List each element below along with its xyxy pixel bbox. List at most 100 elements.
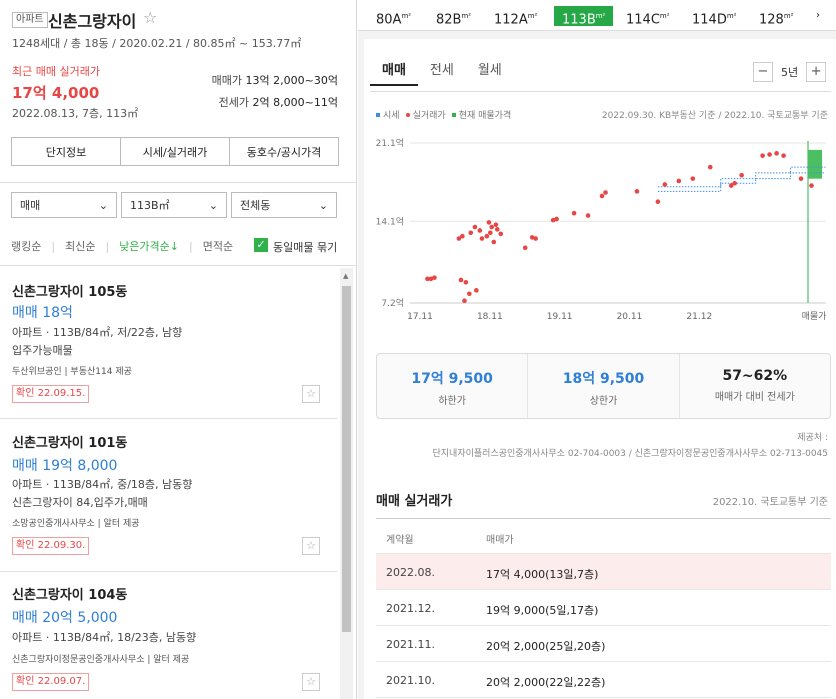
period-minus-button[interactable]: − — [753, 62, 773, 82]
actual-deal-point — [739, 172, 744, 178]
group-checkbox[interactable]: ✓ — [254, 238, 268, 252]
sort-area[interactable]: 면적순 — [203, 238, 233, 254]
favorite-star-icon[interactable]: ☆ — [302, 385, 320, 403]
source-title: 제공처 : — [797, 433, 828, 443]
size-tab-112a[interactable]: 112Am² — [494, 6, 537, 27]
actual-deal-point — [676, 178, 682, 184]
actual-deal-point — [585, 213, 591, 218]
right-panel: 80Am² 82Bm² 112Am² 113Bm² 114Cm² 114Dm² … — [358, 0, 836, 699]
size-value: 113B㎡ — [130, 199, 170, 212]
period-plus-button[interactable]: + — [806, 62, 827, 82]
app-root: 아파트 신촌그랑자이 ☆ 1248세대 / 총 18동 / 2020.02.21… — [0, 0, 836, 699]
actual-deal-point — [603, 190, 608, 195]
size-tab-128[interactable]: 128m² — [759, 6, 793, 27]
legend-market-marker — [376, 112, 380, 117]
listing-item[interactable]: 신촌그랑자이 101동 매매 19억 8,000 아파트 · 113B/84㎡,… — [0, 420, 337, 572]
sort-row: 랭킹순 | 최신순 | 낮은가격순↓ | 면적순 ✓ 동일매물 묶기 — [11, 238, 341, 254]
deal-month: 2021.12. — [386, 602, 435, 615]
listing-item[interactable]: 신촌그랑자이 104동 매매 20억 5,000 아파트 · 113B/84㎡,… — [0, 573, 337, 699]
actual-deal-point — [472, 224, 478, 230]
chevron-right-icon[interactable]: › — [816, 6, 820, 26]
listing-scrollbar[interactable]: ▲ — [340, 268, 353, 699]
size-tab-113b[interactable]: 113Bm² — [554, 6, 614, 28]
listing-title: 신촌그랑자이 101동 — [12, 436, 128, 451]
table-row[interactable]: 2021.10. 20억 2,000(22일,22층) — [376, 662, 831, 698]
tab-monthly[interactable]: 월세 — [466, 59, 514, 86]
size-tab-82b[interactable]: 82Bm² — [436, 6, 471, 27]
actual-deal-point — [493, 222, 499, 228]
actual-deal-point — [484, 233, 490, 239]
actual-deal-point — [432, 275, 437, 280]
actual-deal-point — [809, 183, 814, 188]
actual-deal-point — [690, 176, 696, 181]
table-row[interactable]: 2022.08. 17억 4,000(13일,7층) — [376, 554, 831, 590]
jeonse-range-label: 전세가 — [218, 96, 250, 109]
listing-desc: 아파트 · 113B/84㎡, 18/23층, 남동향 — [12, 631, 197, 644]
deal-month: 2021.10. — [386, 674, 435, 687]
size-tab-80a[interactable]: 80Am² — [376, 6, 411, 27]
deals-table: 계약월 매매가 2022.08. 17억 4,000(13일,7층) 2021.… — [376, 518, 831, 698]
divider: | — [105, 239, 110, 253]
x-tick-label: 17.11 — [407, 312, 433, 322]
verified-badge: 확인 22.09.15. — [12, 385, 90, 403]
listing-price: 매매 20억 5,000 — [12, 610, 118, 626]
actual-deal-point — [554, 216, 559, 222]
favorite-star-icon[interactable]: ☆ — [302, 537, 320, 555]
trade-tabs: 매매 전세 월세 — [370, 59, 514, 86]
table-row[interactable]: 2021.12. 19억 9,000(5일,17층) — [376, 590, 831, 626]
source-text: 단지내자이플러스공인중개사사무소 02-704-0003 / 신촌그랑자이정문공… — [432, 449, 829, 459]
favorite-star-icon[interactable]: ☆ — [143, 8, 157, 27]
deals-basis: 2022.10. 국토교통부 기준 — [712, 497, 828, 508]
deal-month: 2022.08. — [386, 566, 435, 579]
listing-title: 신촌그랑자이 105동 — [12, 285, 128, 300]
actual-deal-point — [477, 228, 483, 233]
actual-deal-point — [494, 227, 500, 232]
left-panel: 아파트 신촌그랑자이 ☆ 1248세대 / 총 18동 / 2020.02.21… — [0, 0, 357, 699]
dong-select[interactable]: 전체동 ⌄ — [231, 192, 337, 218]
y-tick-label: 7.2억 — [381, 297, 404, 309]
sort-latest[interactable]: 최신순 — [65, 238, 95, 254]
deal-price: 20억 2,000(25일,20층) — [486, 640, 606, 653]
sort-ranking[interactable]: 랭킹순 — [11, 238, 41, 254]
listing-note: 신촌그랑자이 84,입주가,매매 — [12, 496, 148, 509]
trade-type-select[interactable]: 매매 ⌄ — [11, 192, 117, 218]
size-tab-114c[interactable]: 114Cm² — [626, 6, 670, 27]
scrollbar-thumb[interactable] — [342, 286, 351, 632]
listing-agency: 두산위브공인 | 부동산114 제공 — [12, 367, 132, 377]
deal-month: 2021.11. — [386, 638, 435, 651]
tab-complex-info[interactable]: 단지정보 — [12, 138, 121, 165]
actual-deal-point — [655, 199, 661, 205]
tab-unit-price[interactable]: 동호수/공시가격 — [230, 138, 338, 165]
divider — [370, 91, 831, 92]
actual-deal-point — [462, 298, 467, 303]
size-tab-label: 113B — [562, 12, 596, 28]
size-tab-114d[interactable]: 114Dm² — [692, 6, 736, 27]
actual-deal-point — [707, 164, 713, 170]
price-content: 매매 전세 월세 − 5년 + 시세 실거래가 현재 매물가격 2022.09.… — [364, 39, 836, 699]
actual-deal-point — [533, 236, 538, 241]
stat-upper: 18억 9,500 상한가 — [528, 354, 680, 418]
header-price: 매매가 — [486, 535, 514, 546]
header-month: 계약월 — [386, 535, 414, 546]
stat-ratio-value: 57~62% — [722, 368, 788, 384]
recent-price: 17억 4,000 — [12, 84, 100, 102]
complex-name: 신촌그랑자이 — [48, 12, 137, 31]
deal-price: 20억 2,000(22일,22층) — [486, 676, 606, 689]
chevron-down-icon: ⌄ — [318, 198, 328, 212]
stat-upper-label: 상한가 — [589, 396, 618, 407]
listing-range-bar — [808, 149, 822, 179]
deal-price: 17억 4,000(13일,7층) — [486, 568, 599, 581]
table-row[interactable]: 2021.11. 20억 2,000(25일,20층) — [376, 626, 831, 662]
filter-bar: 매매 ⌄ 113B㎡ ⌄ 전체동 ⌄ — [11, 192, 337, 218]
tab-market-price[interactable]: 시세/실거래가 — [121, 138, 230, 165]
size-tab-unit: m² — [659, 12, 670, 20]
listing-item[interactable]: 신촌그랑자이 105동 매매 18억 아파트 · 113B/84㎡, 저/22층… — [0, 266, 337, 419]
listing-title: 신촌그랑자이 104동 — [12, 588, 128, 603]
actual-deal-point — [486, 220, 492, 225]
scroll-up-arrow-icon[interactable]: ▲ — [343, 272, 348, 280]
tab-jeonse[interactable]: 전세 — [418, 59, 466, 86]
favorite-star-icon[interactable]: ☆ — [302, 673, 320, 691]
size-select[interactable]: 113B㎡ ⌄ — [121, 192, 227, 218]
tab-sale[interactable]: 매매 — [370, 59, 418, 86]
sort-low-price[interactable]: 낮은가격순↓ — [119, 238, 179, 254]
